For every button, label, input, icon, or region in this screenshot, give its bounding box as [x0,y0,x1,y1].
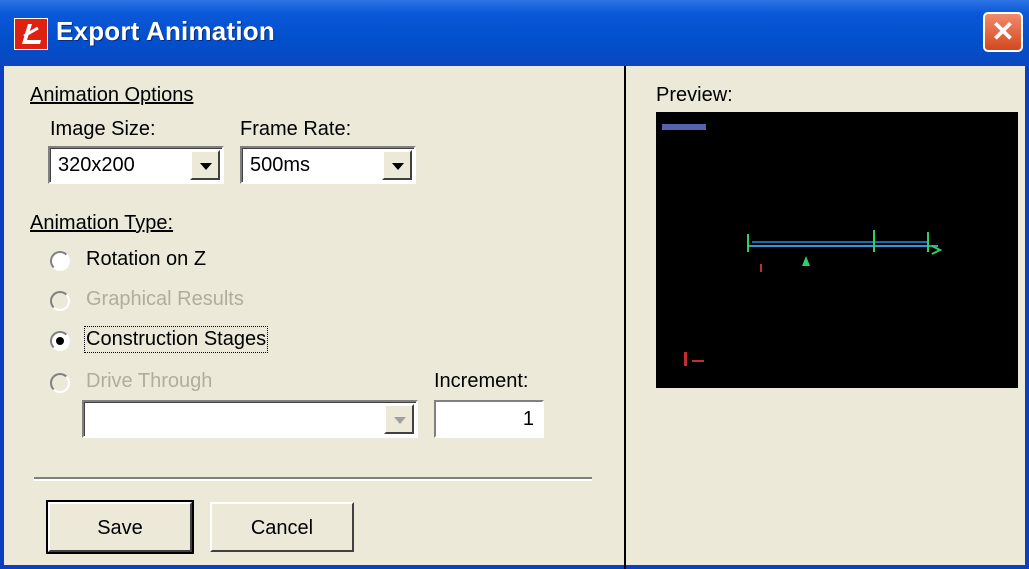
radio-button[interactable] [50,251,70,271]
app-logo-icon [14,18,48,50]
close-icon: ✕ [991,16,1015,47]
drive-through-select [82,400,418,438]
save-button[interactable]: Save [46,500,194,554]
window-title: Export Animation [56,16,275,46]
preview-label: Preview: [656,84,733,106]
frame-rate-dropdown-button[interactable] [382,150,412,180]
image-size-dropdown-button[interactable] [190,150,220,180]
horizontal-divider [34,477,592,481]
save-button-label: Save [97,517,143,539]
export-animation-dialog: Export Animation ✕ Animation Options Ima… [0,0,1029,569]
cancel-button[interactable]: Cancel [210,502,354,552]
image-size-value: 320x200 [58,154,135,176]
frame-rate-label: Frame Rate: [240,118,352,140]
image-size-label: Image Size: [50,118,156,140]
preview-image [662,124,943,366]
radio-button[interactable] [50,331,70,351]
cancel-button-label: Cancel [250,517,314,539]
frame-rate-value: 500ms [250,154,311,176]
vertical-divider [624,66,626,569]
radio-label: Drive Through [86,370,213,392]
preview-viewport [656,112,1018,388]
close-button[interactable]: ✕ [983,12,1023,52]
radio-button [50,373,70,393]
animation-options-heading: Animation Options [30,84,194,106]
radio-button [50,291,70,311]
title-bar[interactable]: Export Animation ✕ [0,0,1029,66]
image-size-select[interactable]: 320x200 [48,146,224,184]
radio-label: Construction Stages [83,326,269,353]
chevron-down-icon [392,163,404,170]
chevron-down-icon [200,163,212,170]
animation-type-heading: Animation Type: [30,212,174,234]
frame-rate-select[interactable]: 500ms [240,146,416,184]
radio-label: Graphical Results [86,288,244,310]
increment-label: Increment: [434,370,529,392]
increment-value: 1 [522,408,534,430]
radio-label: Rotation on Z [86,248,207,270]
drive-through-dropdown-button [384,404,414,434]
increment-input[interactable]: 1 [434,400,544,438]
chevron-down-icon [394,417,406,424]
